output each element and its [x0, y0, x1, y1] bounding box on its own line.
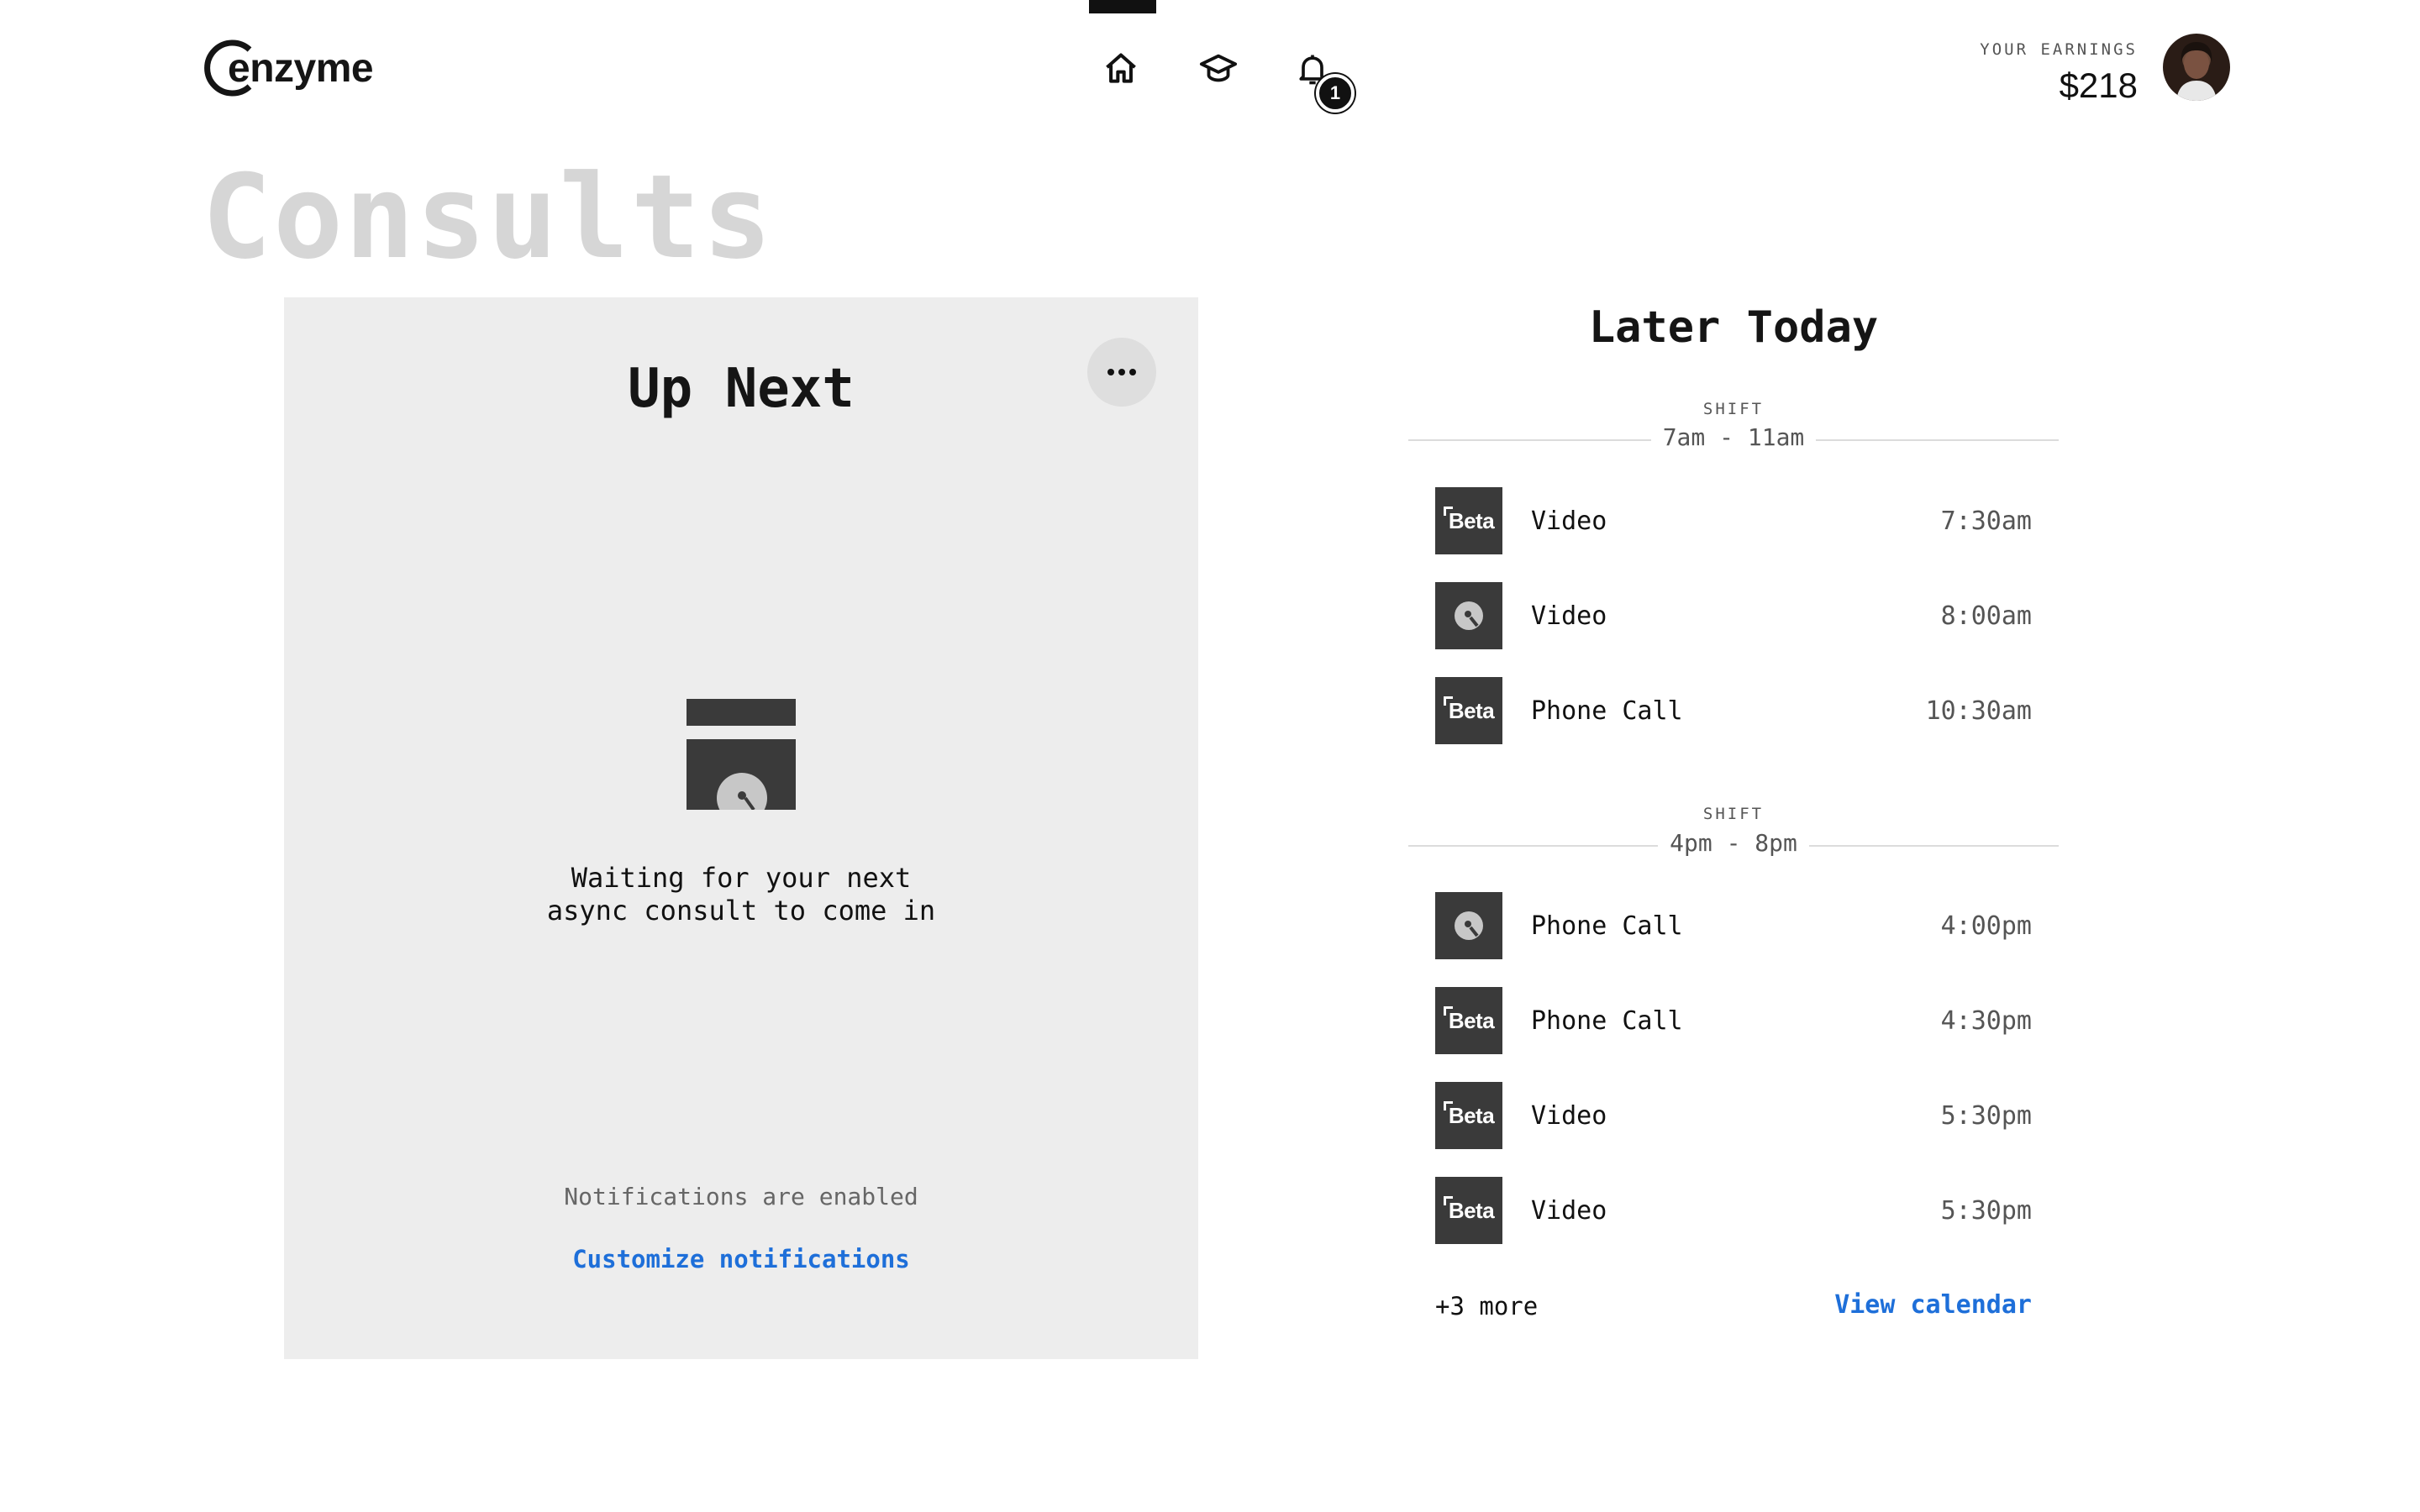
- consult-time: 4:00pm: [1940, 911, 2032, 941]
- up-next-title: Up Next: [628, 358, 855, 420]
- shift-label: SHIFT: [1702, 400, 1765, 418]
- consult-row[interactable]: Beta Phone Call 4:30pm: [1435, 987, 2032, 1054]
- up-next-card: Up Next Waiting for your next async cons…: [284, 297, 1198, 1359]
- shift-range: 4pm - 8pm: [1658, 829, 1809, 857]
- consult-row[interactable]: Beta Video 7:30am: [1435, 487, 2032, 554]
- earnings-value: $218: [2059, 66, 2138, 105]
- consult-thumbnail: Beta: [1435, 487, 1502, 554]
- consult-type: Phone Call: [1531, 1005, 1683, 1036]
- consult-row[interactable]: Beta Video 5:30pm: [1435, 1177, 2032, 1244]
- nav-home[interactable]: [1097, 45, 1144, 92]
- more-consults-count[interactable]: +3 more: [1435, 1292, 1538, 1320]
- consult-thumbnail: Beta: [1435, 1177, 1502, 1244]
- consult-type: Video: [1531, 1100, 1607, 1131]
- ellipsis-icon: [1107, 369, 1136, 375]
- beta-badge: Beta: [1443, 1005, 1495, 1034]
- consult-type: Video: [1531, 1195, 1607, 1226]
- consult-type: Phone Call: [1531, 696, 1683, 726]
- consult-type: Phone Call: [1531, 911, 1683, 941]
- consult-time: 8:00am: [1940, 601, 2032, 631]
- view-calendar-link[interactable]: View calendar: [1834, 1290, 2032, 1320]
- consult-time: 4:30pm: [1940, 1005, 2032, 1036]
- earnings-label: YOUR EARNINGS: [1980, 40, 2138, 59]
- shift-label: SHIFT: [1702, 805, 1765, 823]
- later-today-title: Later Today: [1588, 302, 1879, 353]
- consult-thumbnail: Beta: [1435, 987, 1502, 1054]
- beta-badge: Beta: [1443, 506, 1495, 534]
- avatar-portrait-icon: [2176, 42, 2217, 101]
- shift-range: 7am - 11am: [1650, 423, 1817, 451]
- consult-row[interactable]: Beta Phone Call 10:30am: [1435, 677, 2032, 744]
- user-avatar[interactable]: [2163, 34, 2230, 101]
- graduation-cap-icon: [1199, 54, 1238, 82]
- consult-thumbnail: Beta: [1435, 677, 1502, 744]
- consult-time: 5:30pm: [1940, 1195, 2032, 1226]
- consult-thumbnail: [1435, 892, 1502, 959]
- more-options-button[interactable]: [1087, 338, 1156, 407]
- page-title: Consults: [202, 150, 774, 285]
- consult-row[interactable]: Phone Call 4:00pm: [1435, 892, 2032, 959]
- notifications-status: Notifications are enabled: [564, 1183, 918, 1210]
- brand-name: enzyme: [228, 45, 374, 91]
- nav-learn[interactable]: [1195, 45, 1242, 92]
- consult-time: 10:30am: [1925, 696, 2032, 726]
- home-icon: [1106, 53, 1136, 83]
- consult-row[interactable]: Beta Video 5:30pm: [1435, 1082, 2032, 1149]
- consult-row[interactable]: Video 8:00am: [1435, 582, 2032, 649]
- consult-time: 5:30pm: [1940, 1100, 2032, 1131]
- customize-notifications-link[interactable]: Customize notifications: [284, 1245, 1198, 1273]
- shift-range-wrap: 7am - 11am: [1408, 423, 2059, 451]
- brand-logo[interactable]: enzyme: [203, 35, 374, 101]
- disc-icon: [1455, 601, 1483, 630]
- shift-range-wrap: 4pm - 8pm: [1408, 829, 2059, 857]
- consult-type: Video: [1531, 506, 1607, 536]
- consult-time: 7:30am: [1940, 506, 2032, 536]
- beta-badge: Beta: [1443, 1100, 1495, 1129]
- consult-thumbnail: Beta: [1435, 1082, 1502, 1149]
- beta-badge: Beta: [1443, 696, 1495, 724]
- empty-inbox-icon: [687, 699, 796, 810]
- disc-icon: [1455, 911, 1483, 940]
- nav-active-indicator: [1089, 0, 1156, 13]
- notification-count-badge: 1: [1316, 74, 1355, 113]
- waiting-message: Waiting for your next async consult to c…: [546, 862, 936, 927]
- beta-badge: Beta: [1443, 1195, 1495, 1224]
- consult-type: Video: [1531, 601, 1607, 631]
- consult-thumbnail: [1435, 582, 1502, 649]
